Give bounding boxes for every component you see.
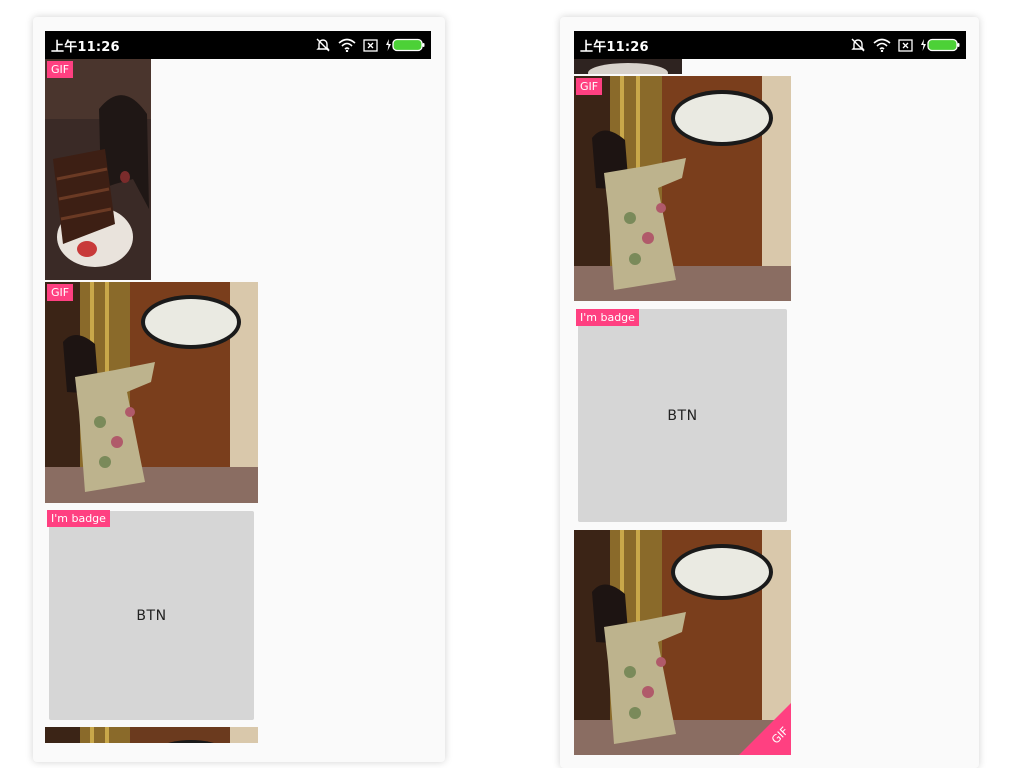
gif-badge: GIF <box>47 284 74 301</box>
portrait-corner-gif-tile[interactable]: GIF <box>574 530 791 755</box>
comparison-stage: 上午11:26 GIF GIF BTN I'm badge 上午11:26 GI… <box>0 0 1024 768</box>
cake-gif-tile[interactable]: GIF <box>45 59 151 280</box>
left-phone-screen: 上午11:26 GIF GIF BTN I'm badge <box>45 31 431 743</box>
right-phone-screen: 上午11:26 GIF BTN I'm badge GIF <box>574 31 966 755</box>
right-scroll-content[interactable]: GIF BTN I'm badge GIF <box>574 59 966 755</box>
portrait-photo-partial <box>45 727 258 743</box>
status-icons <box>850 38 960 52</box>
gif-badge: GIF <box>576 78 603 95</box>
portrait-gif-tile[interactable]: GIF <box>45 282 258 503</box>
btn-card[interactable]: BTN <box>49 511 254 720</box>
btn-label: BTN <box>136 607 167 624</box>
badge-card-tile: BTN I'm badge <box>574 307 791 525</box>
gif-badge: GIF <box>47 61 74 78</box>
cake-tile-partial[interactable] <box>574 59 682 74</box>
wifi-icon <box>338 38 356 52</box>
portrait-photo <box>574 76 791 301</box>
mute-icon <box>316 38 330 52</box>
cake-photo <box>45 59 151 280</box>
right-status-bar: 上午11:26 <box>574 31 966 59</box>
badge-card-tile: BTN I'm badge <box>45 508 258 722</box>
portrait-gif-tile[interactable]: GIF <box>574 76 791 301</box>
status-time: 上午11:26 <box>580 39 649 55</box>
left-scroll-content[interactable]: GIF GIF BTN I'm badge <box>45 59 431 743</box>
charging-battery-icon <box>386 38 425 52</box>
portrait-tile-partial[interactable] <box>45 727 258 743</box>
portrait-photo <box>45 282 258 503</box>
mute-icon <box>851 38 865 52</box>
wifi-icon <box>873 38 891 52</box>
status-icons <box>315 38 425 52</box>
btn-card[interactable]: BTN <box>578 309 787 522</box>
sim-x-icon <box>363 38 378 52</box>
im-badge: I'm badge <box>576 309 639 326</box>
cake-photo-partial <box>574 59 682 74</box>
corner-gif-badge: GIF <box>739 703 791 755</box>
charging-battery-icon <box>921 38 960 52</box>
sim-x-icon <box>898 38 913 52</box>
status-time: 上午11:26 <box>51 39 120 55</box>
left-status-bar: 上午11:26 <box>45 31 431 59</box>
im-badge: I'm badge <box>47 510 110 527</box>
btn-label: BTN <box>667 407 698 424</box>
left-phone-frame: 上午11:26 GIF GIF BTN I'm badge <box>33 17 445 762</box>
right-phone-frame: 上午11:26 GIF BTN I'm badge GIF <box>560 17 979 768</box>
